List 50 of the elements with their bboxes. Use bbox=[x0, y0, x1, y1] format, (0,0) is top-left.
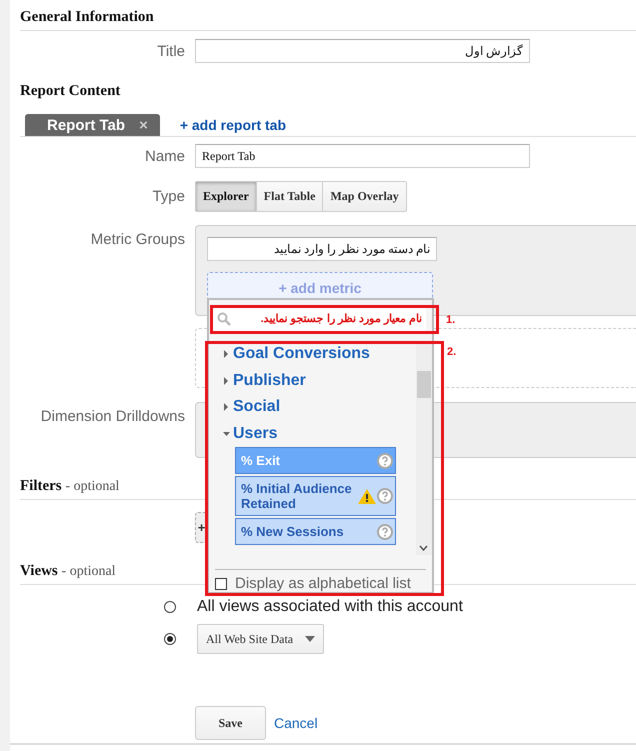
cancel-link[interactable]: Cancel bbox=[274, 715, 318, 731]
close-icon[interactable]: × bbox=[139, 117, 148, 134]
category-item[interactable]: Publisher bbox=[223, 368, 412, 394]
optional-note: - optional bbox=[65, 479, 120, 494]
name-field[interactable]: Report Tab bbox=[195, 144, 530, 168]
field-label: Type bbox=[151, 188, 185, 205]
warning-icon bbox=[358, 488, 376, 504]
scrollbar-thumb[interactable] bbox=[417, 371, 432, 398]
field-label: Name bbox=[144, 148, 185, 164]
search-icon bbox=[217, 312, 231, 326]
chevron-down-icon[interactable] bbox=[419, 545, 428, 551]
optional-note: - optional bbox=[62, 564, 116, 579]
field-label: Metric Groups bbox=[90, 230, 185, 248]
view-select[interactable]: All Web Site Data bbox=[197, 624, 324, 654]
checkbox-label: Display as alphabetical list bbox=[235, 575, 411, 592]
triangle-icon bbox=[223, 430, 230, 438]
triangle-icon bbox=[223, 376, 230, 385]
annotation-number: 2. bbox=[447, 346, 456, 358]
radio-button[interactable] bbox=[164, 633, 176, 645]
category-item[interactable]: Goal Conversions bbox=[223, 341, 412, 368]
scrollbar[interactable] bbox=[416, 341, 432, 555]
triangle-icon bbox=[223, 403, 230, 412]
radio-button[interactable] bbox=[164, 601, 176, 613]
field-label: Title bbox=[156, 42, 185, 60]
help-icon[interactable] bbox=[377, 488, 393, 504]
help-icon[interactable] bbox=[377, 452, 393, 468]
type-option[interactable]: Explorer bbox=[196, 182, 257, 211]
type-option[interactable]: Flat Table bbox=[256, 182, 324, 211]
group-name-field[interactable]: نام دسته مورد نظر را وارد نمایید bbox=[207, 237, 437, 261]
category-item[interactable]: Users bbox=[223, 420, 412, 447]
add-tab-link[interactable]: + add report tab bbox=[180, 117, 286, 136]
section-heading: General Information bbox=[20, 0, 636, 31]
metric-item[interactable]: % New Sessions bbox=[235, 518, 396, 545]
section-heading: Report Content bbox=[20, 82, 122, 101]
caret-icon bbox=[305, 636, 316, 642]
type-option[interactable]: Map Overlay bbox=[323, 182, 406, 211]
triangle-icon bbox=[223, 350, 230, 358]
title-field[interactable]: گزارش اول bbox=[195, 39, 530, 63]
section-heading: Filters bbox=[20, 478, 62, 494]
help-icon[interactable] bbox=[377, 524, 393, 540]
section-heading: Views bbox=[20, 563, 58, 579]
metric-item[interactable]: % Initial Audience Retained bbox=[235, 476, 396, 516]
save-button[interactable]: Save bbox=[195, 706, 266, 740]
metric-search-field[interactable]: نام معیار مورد نظر را جستجو نمایید. bbox=[213, 307, 426, 331]
checkbox[interactable] bbox=[215, 578, 227, 590]
field-label: Dimension Drilldowns bbox=[40, 407, 185, 425]
radio-label: All views associated with this account bbox=[197, 598, 463, 616]
annotation-number: 1. bbox=[446, 314, 456, 326]
category-item[interactable]: Social bbox=[223, 394, 412, 420]
report-tab[interactable]: Report Tab × bbox=[25, 114, 160, 136]
